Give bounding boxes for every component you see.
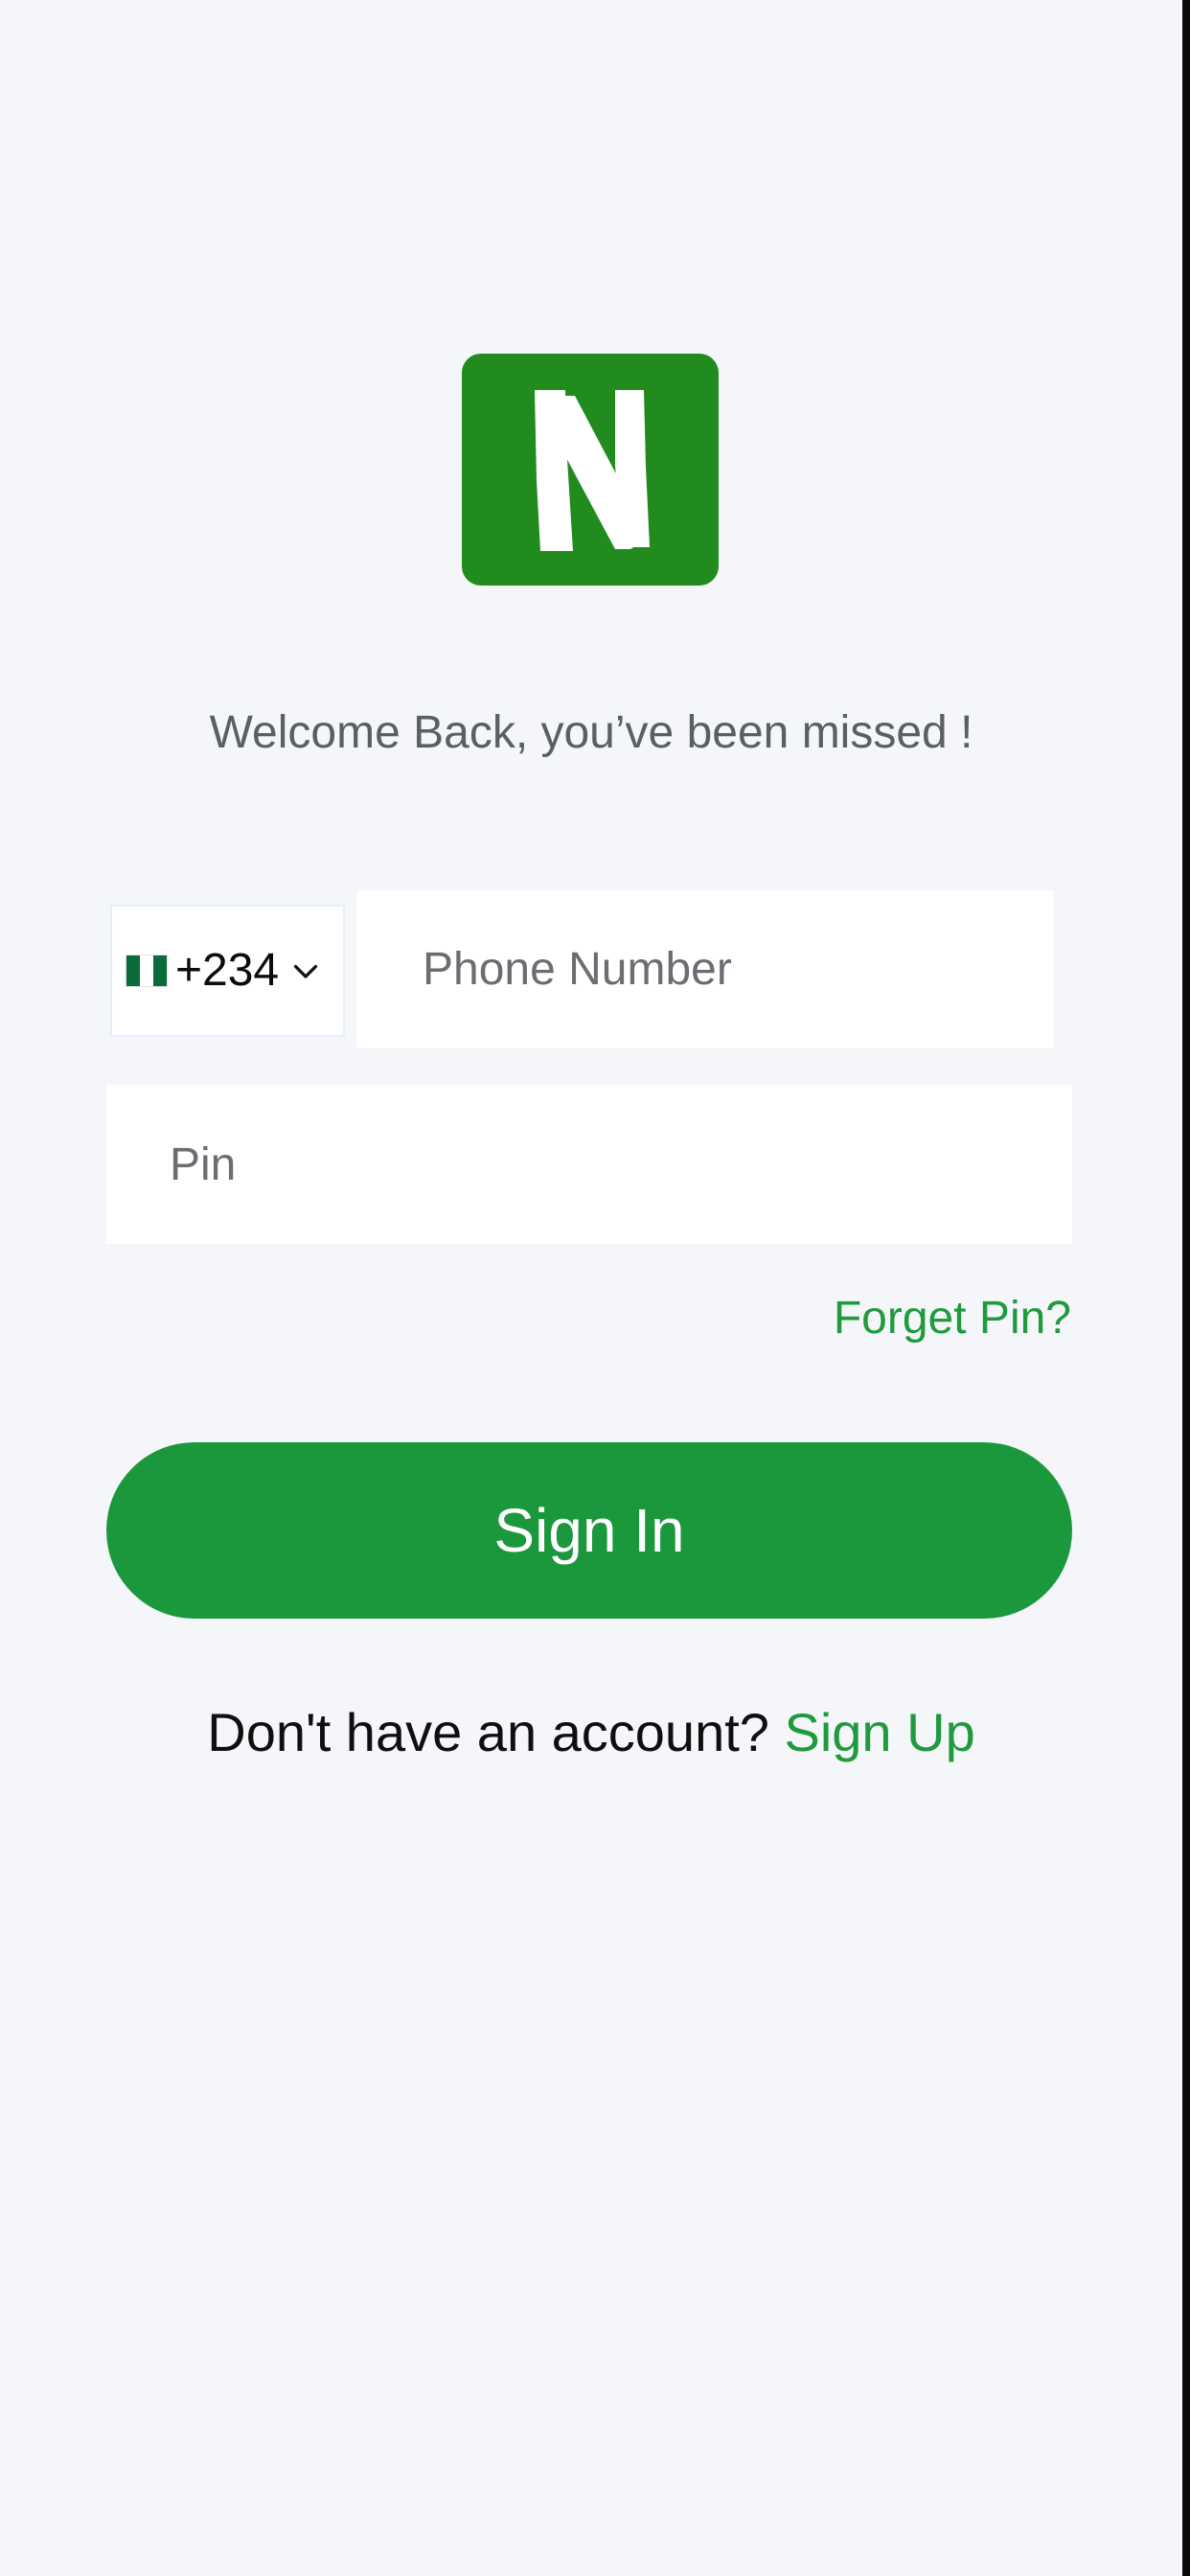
phone-number-placeholder: Phone Number: [423, 944, 732, 995]
country-code-selector[interactable]: +234: [110, 905, 345, 1037]
n-letter-logo-icon: [462, 354, 719, 586]
pin-input[interactable]: Pin: [106, 1085, 1072, 1244]
chevron-down-icon: [293, 964, 318, 978]
no-account-text: Don't have an account?: [207, 1702, 785, 1762]
phone-number-input[interactable]: Phone Number: [357, 890, 1054, 1048]
sign-in-button[interactable]: Sign In: [106, 1442, 1072, 1619]
nigeria-flag-icon: [126, 954, 168, 987]
sign-in-label: Sign In: [493, 1496, 685, 1565]
no-account-line: Don't have an account? Sign Up: [0, 1696, 1182, 1769]
screen-edge: [1182, 0, 1190, 2576]
forgot-pin-link[interactable]: Forget Pin?: [834, 1286, 1071, 1351]
pin-placeholder: Pin: [170, 1138, 237, 1190]
welcome-message: Welcome Back, you’ve been missed !: [209, 707, 973, 758]
dial-code: +234: [175, 945, 280, 996]
sign-up-link[interactable]: Sign Up: [784, 1702, 974, 1762]
